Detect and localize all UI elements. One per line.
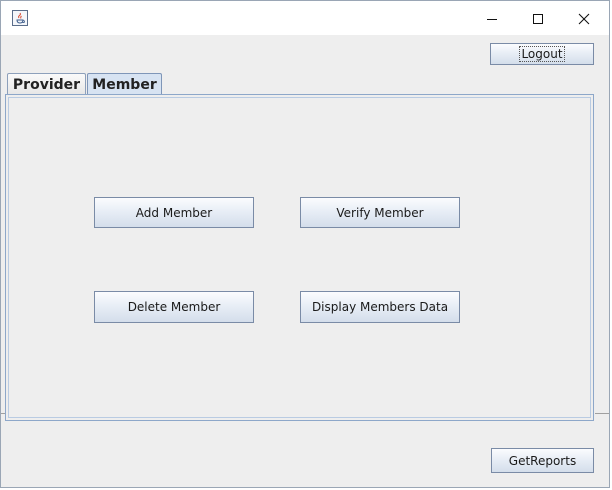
display-members-data-button[interactable]: Display Members Data [300, 291, 460, 323]
minimize-button[interactable] [469, 1, 515, 35]
member-tab-panel [5, 94, 594, 421]
logout-button[interactable]: Logout [490, 43, 594, 65]
title-bar [1, 1, 609, 35]
maximize-button[interactable] [515, 1, 561, 35]
add-member-button[interactable]: Add Member [94, 197, 254, 228]
get-reports-button[interactable]: GetReports [491, 448, 594, 473]
close-icon [578, 13, 590, 25]
logout-button-label: Logout [519, 46, 565, 62]
maximize-icon [533, 14, 543, 24]
app-window: Logout Provider Member Add Member Verify… [0, 0, 610, 488]
minimize-icon [487, 19, 497, 20]
verify-member-button[interactable]: Verify Member [300, 197, 460, 228]
separator-right [595, 413, 609, 420]
close-button[interactable] [561, 1, 607, 35]
tab-member[interactable]: Member [87, 73, 162, 95]
separator-left [1, 413, 5, 420]
delete-member-button[interactable]: Delete Member [94, 291, 254, 323]
java-coffee-cup-icon [12, 10, 28, 26]
member-tab-panel-inner [8, 97, 591, 418]
tab-provider[interactable]: Provider [7, 73, 86, 95]
